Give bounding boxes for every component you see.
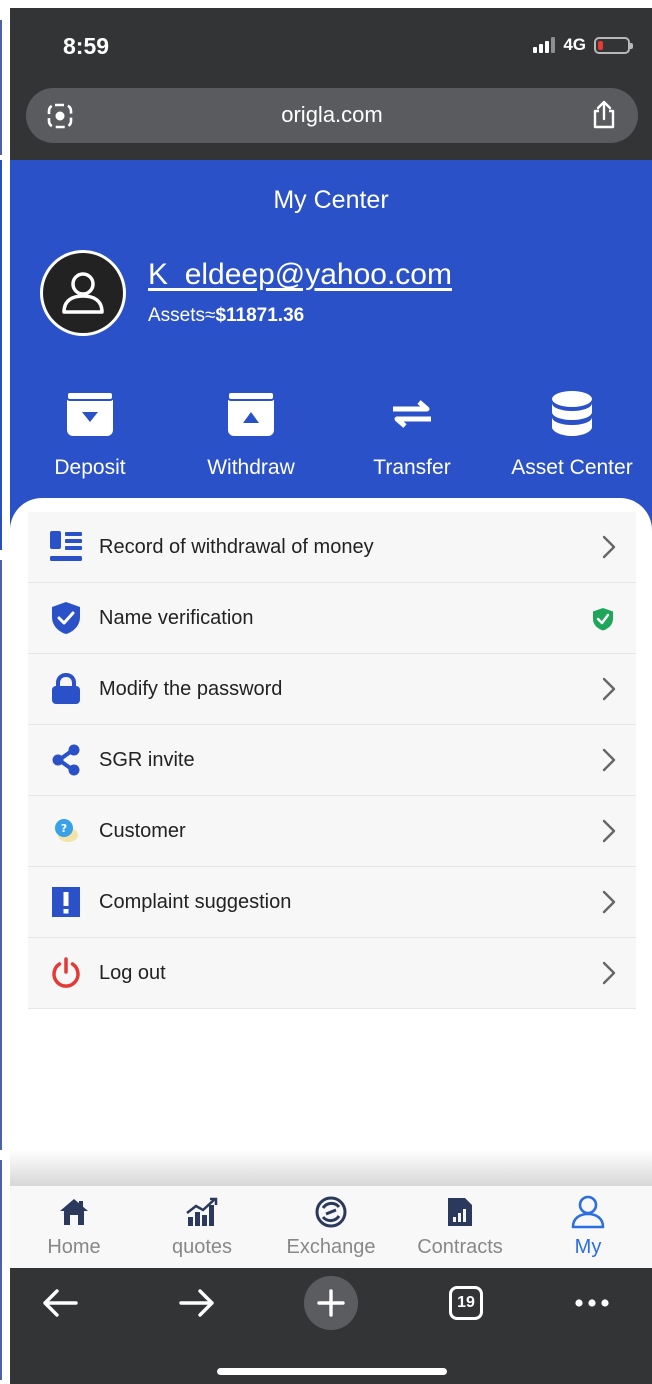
edge-accent (0, 160, 2, 550)
menu-item-log-out[interactable]: Log out (28, 938, 636, 1009)
arrow-left-icon (43, 1289, 78, 1317)
page-title: My Center (273, 186, 389, 214)
deposit-button[interactable]: Deposit (10, 388, 170, 480)
edge-line (0, 560, 2, 1150)
transfer-icon (393, 400, 431, 428)
arrow-right-icon (179, 1289, 214, 1317)
menu-list: Record of withdrawal of money Name verif… (28, 512, 636, 1009)
tab-home[interactable]: Home (10, 1194, 138, 1259)
bottom-tab-bar: Home quotes Exchange Contracts My (10, 1186, 652, 1268)
forward-button[interactable] (175, 1280, 219, 1326)
new-tab-button[interactable] (304, 1276, 358, 1330)
tabs-count-icon: 19 (449, 1286, 483, 1320)
network-type: 4G (563, 35, 586, 54)
tabs-button[interactable]: 19 (446, 1280, 486, 1326)
edge-line (0, 20, 2, 155)
verified-badge-icon (593, 608, 613, 631)
chevron-right-icon (602, 535, 616, 559)
deposit-label: Deposit (54, 456, 126, 479)
tabbar-shadow (10, 1150, 652, 1186)
shield-check-icon (52, 602, 80, 634)
status-time: 8:59 (63, 33, 110, 59)
edge-line (0, 1160, 2, 1380)
chevron-right-icon (602, 677, 616, 701)
menu-item-customer[interactable]: ? Customer (28, 796, 636, 867)
database-icon (552, 391, 592, 436)
menu-item-name-verification[interactable]: Name verification (28, 583, 636, 654)
home-indicator (217, 1368, 447, 1375)
user-email[interactable]: K_eldeep@yahoo.com (148, 258, 452, 292)
withdraw-button[interactable]: Withdraw (171, 388, 331, 480)
alert-icon (52, 887, 80, 917)
tab-count: 19 (457, 1294, 475, 1311)
exchange-icon (315, 1196, 347, 1228)
assets-value: $11871.36 (215, 305, 305, 326)
menu-item-label: Customer (99, 819, 186, 842)
power-icon (52, 957, 80, 988)
svg-text:?: ? (61, 822, 67, 835)
tab-label: quotes (171, 1236, 233, 1258)
back-button[interactable] (38, 1280, 82, 1326)
tab-label: My (574, 1236, 602, 1258)
menu-item-label: Modify the password (99, 677, 283, 700)
chart-icon (186, 1197, 218, 1226)
left-edge-strip (0, 0, 10, 1384)
chevron-right-icon (602, 748, 616, 772)
tab-contracts[interactable]: Contracts (396, 1194, 524, 1259)
transfer-label: Transfer (373, 456, 451, 479)
share-icon (52, 744, 80, 776)
withdraw-label: Withdraw (207, 456, 295, 479)
chevron-right-icon (602, 961, 616, 985)
document-chart-icon (448, 1198, 472, 1226)
tab-label: Home (47, 1236, 101, 1258)
plus-icon (317, 1289, 345, 1317)
account-header: My Center K_eldeep@yahoo.com Assets≈$118… (10, 160, 652, 530)
more-icon (575, 1299, 609, 1307)
tab-label: Exchange (286, 1236, 376, 1258)
tab-exchange[interactable]: Exchange (267, 1194, 395, 1259)
menu-item-withdrawal-record[interactable]: Record of withdrawal of money (28, 512, 636, 583)
tab-my[interactable]: My (524, 1194, 652, 1259)
browser-toolbar: 19 (10, 1268, 652, 1384)
transfer-button[interactable]: Transfer (332, 388, 492, 480)
address-bar[interactable]: origla.com (26, 88, 638, 143)
menu-item-label: Record of withdrawal of money (99, 535, 374, 558)
lock-icon (52, 673, 80, 704)
url-text[interactable]: origla.com (26, 102, 638, 128)
menu-item-modify-password[interactable]: Modify the password (28, 654, 636, 725)
user-avatar-icon (62, 272, 104, 314)
tab-quotes[interactable]: quotes (138, 1194, 266, 1259)
chevron-right-icon (602, 819, 616, 843)
avatar[interactable] (40, 250, 126, 336)
status-indicators: 4G (533, 35, 633, 55)
menu-item-label: Log out (99, 961, 166, 984)
battery-icon (594, 36, 633, 54)
menu-item-label: SGR invite (99, 748, 195, 771)
menu-card: Record of withdrawal of money Name verif… (10, 498, 652, 1198)
list-icon (50, 531, 82, 561)
menu-item-label: Complaint suggestion (99, 890, 292, 913)
chevron-right-icon (602, 890, 616, 914)
menu-item-label: Name verification (99, 606, 254, 629)
tab-label: Contracts (417, 1236, 503, 1258)
assets-label: Assets≈ (148, 305, 216, 326)
menu-item-sgr-invite[interactable]: SGR invite (28, 725, 636, 796)
share-page-icon[interactable] (590, 100, 618, 130)
asset-center-button[interactable]: Asset Center (492, 388, 652, 480)
quick-actions: Deposit Withdraw Transfer Asset Center (10, 388, 652, 488)
user-icon (571, 1195, 605, 1229)
deposit-icon (66, 391, 114, 436)
chat-icon: ? (55, 819, 78, 842)
more-button[interactable] (570, 1280, 614, 1326)
signal-icon (533, 37, 556, 53)
browser-top-bar: 8:59 4G origla.com (10, 8, 652, 160)
menu-item-complaint-suggestion[interactable]: Complaint suggestion (28, 867, 636, 938)
withdraw-icon (227, 391, 275, 436)
assets-summary: Assets≈$11871.36 (148, 305, 304, 327)
asset-center-label: Asset Center (511, 456, 633, 479)
home-icon (60, 1199, 88, 1225)
